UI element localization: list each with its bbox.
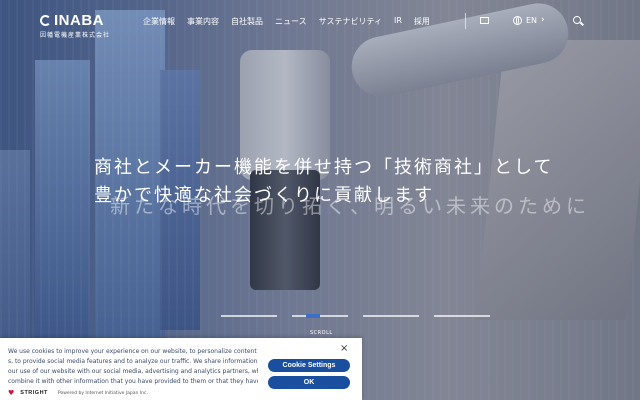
language-label: EN: [526, 15, 538, 25]
cookie-ok-button[interactable]: OK: [268, 376, 350, 389]
chevron-right-icon: ›: [541, 15, 545, 25]
slide-indicators: [221, 314, 490, 318]
search-icon[interactable]: [573, 16, 581, 24]
nav-item-products[interactable]: 自社製品: [231, 16, 263, 27]
cookie-line: our use of our website with our social m…: [8, 368, 258, 375]
nav-item-company[interactable]: 企業情報: [143, 16, 175, 27]
nav-item-news[interactable]: ニュース: [275, 16, 307, 27]
headline-line-2: 豊かで快適な社会づくりに貢献します: [94, 185, 434, 206]
powered-by-text: Powered by Internet Initiative Japan Inc…: [57, 390, 148, 396]
globe-icon: [513, 15, 522, 25]
cookie-line: combine it with other information that y…: [8, 378, 258, 385]
logo-mark-icon: [40, 15, 51, 26]
slide-indicator-3[interactable]: [363, 315, 419, 317]
logo-subtitle: 因幡電機産業株式会社: [40, 32, 111, 39]
close-icon[interactable]: ×: [340, 343, 348, 354]
slide-indicator-1[interactable]: [221, 315, 277, 317]
heart-icon: ♥: [8, 389, 15, 397]
hero-headline: 商社とメーカー機能を併せ持つ「技術商社」として 豊かで快適な社会づくりに貢献しま…: [94, 154, 553, 210]
slide-indicator-2[interactable]: [292, 314, 348, 318]
headline-line-1: 商社とメーカー機能を併せ持つ「技術商社」として: [94, 157, 554, 178]
scroll-label: SCROLL: [310, 330, 333, 336]
nav-item-sustainability[interactable]: サステナビリティ: [319, 16, 382, 27]
cookie-message: We use cookies to improve your experienc…: [8, 347, 258, 387]
cookie-brand: ♥ STRIGHT Powered by Internet Initiative…: [8, 389, 148, 397]
cookie-line: We use cookies to improve your experienc…: [8, 348, 258, 355]
language-switch[interactable]: EN ›: [513, 15, 545, 25]
cookie-line: s, to provide social media features and …: [8, 358, 258, 365]
logo-text: INABA: [54, 12, 104, 29]
cookie-banner: We use cookies to improve your experienc…: [0, 338, 362, 400]
slide-indicator-4[interactable]: [434, 315, 490, 317]
nav-item-ir[interactable]: IR: [394, 16, 402, 27]
brand-name: STRIGHT: [20, 390, 48, 396]
nav-item-recruit[interactable]: 採用: [414, 16, 430, 27]
main-menu: 企業情報 事業内容 自社製品 ニュース サステナビリティ IR 採用: [143, 16, 442, 27]
nav-item-business[interactable]: 事業内容: [187, 16, 219, 27]
mail-icon[interactable]: [480, 17, 489, 24]
site-logo[interactable]: INABA 因幡電機産業株式会社: [40, 12, 110, 39]
nav-divider: [465, 13, 466, 29]
top-navigation: INABA 因幡電機産業株式会社 企業情報 事業内容 自社製品 ニュース サステ…: [0, 0, 640, 44]
cookie-settings-button[interactable]: Cookie Settings: [268, 359, 350, 372]
